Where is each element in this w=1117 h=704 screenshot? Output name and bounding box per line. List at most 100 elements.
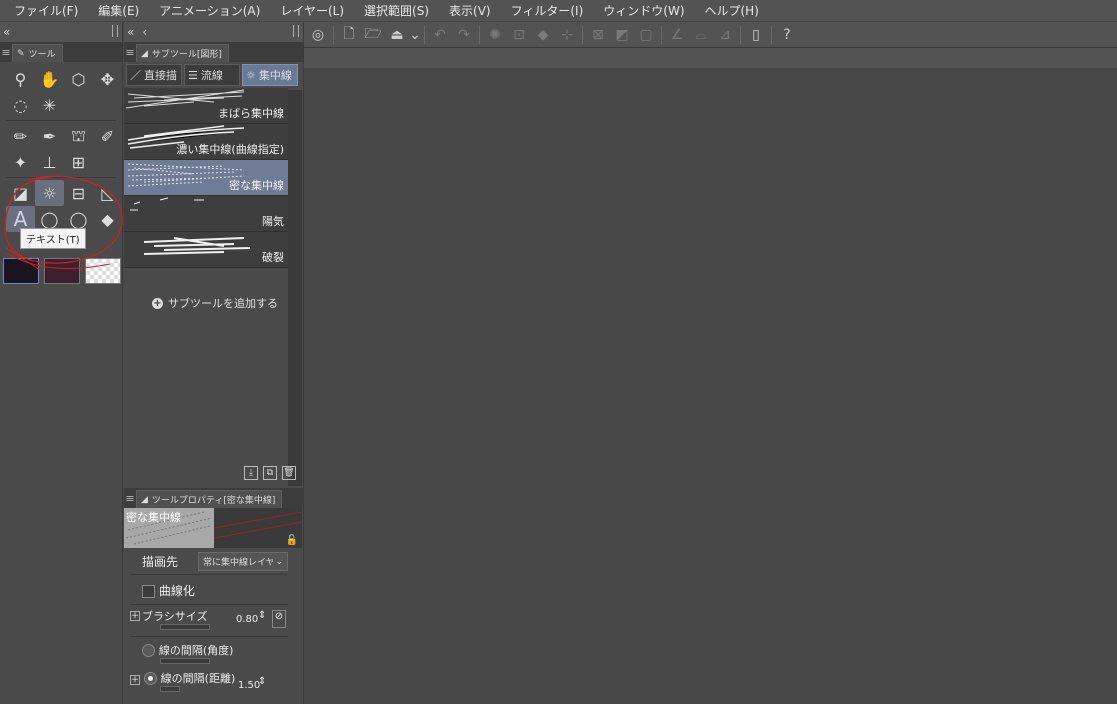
stepper-icon[interactable]: ⇕ [258,610,266,621]
redo-icon[interactable]: ↷ [452,24,476,46]
draw-target-row: 描画先 常に集中線レイヤー ⌄ [130,552,288,571]
tab-streamline[interactable]: ☰ 流線 [184,64,240,86]
menu-window[interactable]: ウィンドウ(W) [593,2,694,19]
curve-checkbox[interactable] [142,585,155,598]
subtool-list: まばら集中線 濃い集中線(曲線指定) 密な集中線 陽気 破裂 [124,88,303,268]
preview-label: 密な集中線 [126,511,181,524]
snap-ruler-2-icon[interactable]: ⌓ [689,24,713,46]
import-icon[interactable]: ⤓ [244,466,258,480]
tool-panel-header: « [0,22,122,42]
tab-tool[interactable]: ✎ ツール [12,44,63,62]
list-item[interactable]: 破裂 [124,232,288,268]
zoom-tool-icon[interactable]: ⚲ [6,66,35,92]
clear-outside-icon[interactable]: ⊡ [507,24,531,46]
snap-ruler-icon[interactable]: ∠ [665,24,689,46]
tooltip: テキスト(T) [20,228,86,249]
panel-menu-icon[interactable]: ≡ [124,488,136,508]
eraser-pen-icon[interactable]: ✐ [93,123,122,149]
save-icon[interactable]: ⏏ [385,24,409,46]
curve-row: 曲線化 [130,582,288,599]
new-file-icon[interactable]: 🗋 [337,24,361,46]
subtool-scrollbar[interactable] [288,90,302,486]
clear-icon[interactable]: ✺ [483,24,507,46]
expand-icon[interactable]: + [130,611,140,621]
angle-spacing-row: 線の間隔(角度) [130,642,288,664]
command-bar: ◎ 🗋 🗁 ⏏ ⌄ ↶ ↷ ✺ ⊡ ◆ ⊹ ⊠ ◩ ▢ ∠ ⌓ ⊿ ▯ ? [304,22,1117,48]
list-item[interactable]: まばら集中線 [124,88,288,124]
undo-icon[interactable]: ↶ [428,24,452,46]
fill-icon[interactable]: ◆ [531,24,555,46]
app-logo-icon[interactable]: ◎ [306,24,330,46]
draw-target-select[interactable]: 常に集中線レイヤー ⌄ [198,552,288,571]
brush-icon: ✎ [17,48,25,59]
expand-icon[interactable]: + [130,675,140,685]
pencil-tool-icon[interactable]: ✏ [6,123,35,149]
list-item[interactable]: 密な集中線 [124,160,288,196]
deselect-icon[interactable]: ⊠ [586,24,610,46]
figure-icon: ◢ [141,494,148,505]
menu-filter[interactable]: フィルター(I) [501,2,594,19]
snap-grid-icon[interactable]: ⊿ [713,24,737,46]
open-folder-icon[interactable]: 🗁 [361,24,385,46]
menu-file[interactable]: ファイル(F) [0,2,88,19]
trash-icon[interactable]: 🗑 [282,466,296,480]
invert-selection-icon[interactable]: ◩ [610,24,634,46]
selection-border-icon[interactable]: ▢ [634,24,658,46]
figure-icon: ◢ [141,48,148,59]
pressure-icon[interactable]: ⊘ [272,610,286,628]
chevron-left-icon[interactable]: ‹ [142,25,147,39]
distance-spacing-radio[interactable] [143,672,157,685]
stepper-icon[interactable]: ⇕ [258,676,266,687]
object-tool-icon[interactable]: ⬡ [64,66,93,92]
grip-icon[interactable] [293,25,299,37]
lock-icon[interactable]: 🔓 [286,535,298,546]
collapse-icon[interactable]: « [127,25,134,39]
collapse-icon[interactable]: « [3,25,10,39]
airbrush-tool-icon[interactable]: ⛫ [64,123,93,149]
hand-tool-icon[interactable]: ✋ [35,66,64,92]
angle-spacing-radio[interactable] [142,644,155,657]
menu-selection[interactable]: 選択範囲(S) [354,2,439,19]
menu-layer[interactable]: レイヤー(L) [270,2,354,19]
transform-icon[interactable]: ⊹ [555,24,579,46]
tab-direct-draw[interactable]: ／ 直接描 [126,64,182,86]
subtool-panel-tabbar: ≡ ◢ サブツール[図形] [124,42,303,62]
menu-edit[interactable]: 編集(E) [88,2,149,19]
add-subtool-button[interactable]: + サブツールを追加する [152,295,278,311]
grip-icon[interactable] [112,25,118,37]
panel-menu-icon[interactable]: ≡ [124,42,136,62]
tool-panel: « ≡ ✎ ツール ⚲ ✋ ⬡ ✥ ◌ ✳ ✏ ✒ ⛫ ✐ ✦ ⊥ ⊞ ◪ ☼ … [0,22,123,704]
red-circle-annotation [4,175,123,271]
distance-spacing-slider[interactable] [160,686,180,692]
menu-help[interactable]: ヘルプ(H) [695,2,769,19]
tab-tool-property[interactable]: ◢ ツールプロパティ[密な集中線] [136,490,283,508]
tab-subtool[interactable]: ◢ サブツール[図形] [136,44,229,62]
chevron-down-icon[interactable]: ⌄ [409,24,421,46]
canvas-area[interactable] [304,68,1117,704]
pen-tool-icon[interactable]: ✒ [35,123,64,149]
tool-panel-tabbar: ≡ ✎ ツール [0,42,122,62]
move-tool-icon[interactable]: ✥ [93,66,122,92]
device-icon[interactable]: ▯ [744,24,768,46]
magic-wand-icon[interactable]: ✳ [35,92,64,118]
panel-menu-icon[interactable]: ≡ [0,42,12,62]
menu-view[interactable]: 表示(V) [439,2,501,19]
angle-spacing-slider[interactable] [160,658,210,664]
chevron-down-icon: ⌄ [275,556,283,567]
help-icon[interactable]: ? [775,24,799,46]
menu-animation[interactable]: アニメーション(A) [149,2,270,19]
distance-spacing-value: 1.50 [238,680,261,691]
plus-circle-icon: + [152,297,163,309]
duplicate-icon[interactable]: ⧉ [263,466,277,480]
tab-focus-line[interactable]: ☼ 集中線 [242,64,298,86]
brush-size-slider[interactable] [160,624,210,630]
list-item[interactable]: 濃い集中線(曲線指定) [124,124,288,160]
subtool-group-tabs: ／ 直接描 ☰ 流線 ☼ 集中線 [124,62,303,88]
distance-spacing-row: + 線の間隔(距離) 1.50 ⇕ [130,672,267,692]
brush-size-value: 0.80 [236,614,259,625]
brush-preview: 密な集中線 🔓 [124,508,302,548]
subtool-panel-header: « ‹ [124,22,303,42]
lasso-tool-icon[interactable]: ◌ [6,92,35,118]
list-item[interactable]: 陽気 [124,196,288,232]
subtool-panel: « ‹ ≡ ◢ サブツール[図形] ／ 直接描 ☰ 流線 ☼ 集中線 まばら集中… [124,22,304,704]
